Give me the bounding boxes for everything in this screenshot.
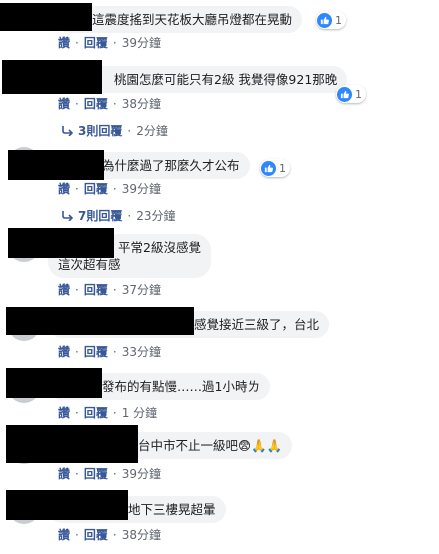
separator-dot: ·: [75, 181, 79, 196]
like-link[interactable]: 讚: [58, 404, 70, 421]
redacted-name: [6, 425, 138, 463]
replies-count[interactable]: 3則回覆: [78, 122, 122, 139]
reply-link[interactable]: 回覆: [84, 343, 108, 360]
comment-actions: 讚 · 回覆 · 39分鐘: [58, 465, 161, 482]
reply-link[interactable]: 回覆: [84, 34, 108, 51]
separator-dot: ·: [112, 181, 117, 196]
separator-dot: ·: [112, 527, 117, 542]
separator-dot: ·: [112, 96, 117, 111]
comment-text: 這震度搖到天花板大廳吊燈都在晃動: [92, 12, 293, 27]
separator-dot: ·: [75, 96, 79, 111]
reaction-badge[interactable]: 1: [316, 11, 346, 29]
separator-dot: ·: [112, 405, 117, 420]
timestamp: 23分鐘: [136, 209, 176, 223]
like-link[interactable]: 讚: [58, 180, 70, 197]
comment-text: 平常2級沒感覺: [118, 240, 201, 255]
reaction-badge[interactable]: 1: [260, 159, 290, 177]
timestamp: 2分鐘: [136, 124, 168, 138]
reply-arrow-icon: [62, 125, 74, 136]
like-link[interactable]: 讚: [58, 465, 70, 482]
separator-dot: ·: [75, 466, 79, 481]
reply-link[interactable]: 回覆: [84, 281, 108, 298]
reply-link[interactable]: 回覆: [84, 404, 108, 421]
separator-dot: ·: [75, 527, 79, 542]
thumbs-up-icon: [261, 160, 276, 176]
separator-dot: ·: [112, 466, 117, 481]
comment-text: 這次超有感: [58, 257, 121, 272]
comment-actions: 讚 · 回覆 · 39分鐘: [58, 180, 161, 197]
separator-dot: ·: [112, 282, 117, 297]
comment-actions: 讚 · 回覆 · 38分鐘: [58, 526, 161, 543]
comment-bubble: 這震度搖到天花板大廳吊燈都在晃動: [56, 6, 303, 33]
separator-dot: ·: [75, 344, 79, 359]
separator-dot: ·: [75, 35, 79, 50]
redacted-name: [6, 368, 102, 398]
comment-text: 地下三樓晃超暈: [128, 502, 216, 517]
like-link[interactable]: 讚: [58, 34, 70, 51]
comment-text: 桃園怎麼可能只有2級 我覺得像921那晚: [114, 72, 338, 87]
redacted-name: [2, 60, 102, 94]
reply-link[interactable]: 回覆: [84, 180, 108, 197]
reply-arrow-icon: [62, 210, 74, 221]
comment-actions: 讚 · 回覆 · 39分鐘: [58, 34, 161, 51]
reaction-count: 1: [355, 87, 362, 101]
thumbs-up-icon: [337, 86, 352, 102]
separator-dot: ·: [112, 35, 117, 50]
comment-actions: 讚 · 回覆 · 37分鐘: [58, 281, 161, 298]
redacted-name: [6, 307, 194, 335]
reply-link[interactable]: 回覆: [84, 526, 108, 543]
timestamp[interactable]: 1 分鐘: [122, 404, 157, 421]
redacted-name: [6, 490, 128, 520]
reaction-count: 1: [279, 161, 286, 175]
separator-dot: ·: [75, 405, 79, 420]
thumbs-up-icon: [317, 12, 332, 28]
view-replies-link[interactable]: 7則回覆 · 23分鐘: [62, 207, 175, 224]
separator-dot: ·: [127, 208, 132, 223]
timestamp[interactable]: 37分鐘: [122, 281, 161, 298]
timestamp[interactable]: 38分鐘: [122, 95, 161, 112]
comment-text: 感覺接近三級了，台北: [194, 317, 320, 332]
like-link[interactable]: 讚: [58, 526, 70, 543]
timestamp[interactable]: 33分鐘: [122, 343, 161, 360]
like-link[interactable]: 讚: [58, 281, 70, 298]
timestamp[interactable]: 39分鐘: [122, 465, 161, 482]
comment-text: 為什麼過了那麼久才公布: [102, 158, 240, 173]
comment-actions: 讚 · 回覆 · 1 分鐘: [58, 404, 157, 421]
comment-actions: 讚 · 回覆 · 33分鐘: [58, 343, 161, 360]
reply-link[interactable]: 回覆: [84, 95, 108, 112]
separator-dot: ·: [127, 123, 132, 138]
reply-link[interactable]: 回覆: [84, 465, 108, 482]
replies-count[interactable]: 7則回覆: [78, 207, 122, 224]
comment-text: 台中市不止一級吧😨🙏🙏: [138, 438, 283, 453]
redacted-name: [0, 3, 92, 31]
redacted-name: [8, 228, 114, 258]
view-replies-link[interactable]: 3則回覆 · 2分鐘: [62, 122, 168, 139]
reaction-badge[interactable]: 1: [336, 85, 366, 103]
like-link[interactable]: 讚: [58, 343, 70, 360]
separator-dot: ·: [75, 282, 79, 297]
timestamp[interactable]: 39分鐘: [122, 34, 161, 51]
timestamp[interactable]: 38分鐘: [122, 526, 161, 543]
comment-text: 發布的有點慢……過1小時ㄌ: [102, 379, 260, 394]
redacted-name: [8, 150, 104, 180]
comment-actions: 讚 · 回覆 · 38分鐘: [58, 95, 161, 112]
separator-dot: ·: [112, 344, 117, 359]
reaction-count: 1: [335, 13, 342, 27]
timestamp[interactable]: 39分鐘: [122, 180, 161, 197]
like-link[interactable]: 讚: [58, 95, 70, 112]
